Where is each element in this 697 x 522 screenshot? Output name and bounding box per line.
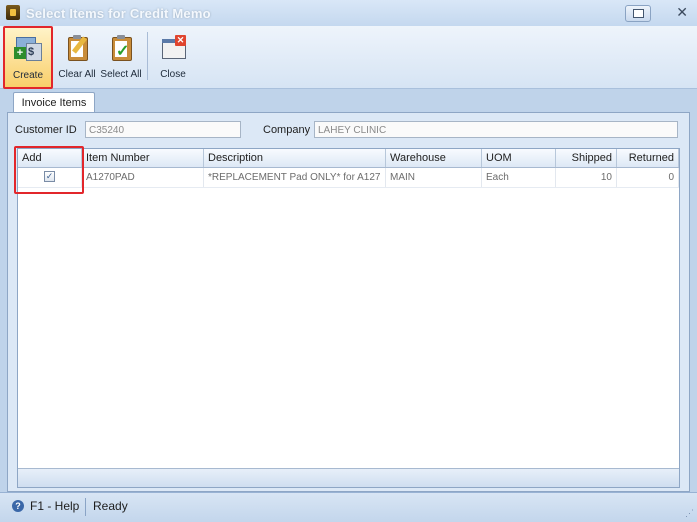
window-title: Select Items for Credit Memo	[26, 6, 211, 21]
tab-invoice-items[interactable]: Invoice Items	[13, 92, 95, 113]
uom-cell: Each	[482, 168, 556, 187]
create-button[interactable]: + $ Create	[3, 26, 53, 89]
company-field[interactable]: LAHEY CLINIC	[314, 121, 678, 138]
column-header-returned[interactable]: Returned	[617, 149, 679, 167]
create-label: Create	[12, 70, 43, 81]
status-bar: ? F1 - Help Ready ⋰	[0, 492, 697, 522]
grid-footer	[18, 468, 679, 487]
table-row[interactable]: ✓ A1270PAD *REPLACEMENT Pad ONLY* for A1…	[18, 168, 679, 188]
select-all-label: Select All	[100, 69, 142, 80]
column-header-description[interactable]: Description	[204, 149, 386, 167]
resize-grip-icon[interactable]: ⋰	[685, 508, 694, 519]
customer-id-field[interactable]: C35240	[85, 121, 241, 138]
invoice-items-grid: Add Item Number Description Warehouse UO…	[17, 148, 680, 488]
column-header-uom[interactable]: UOM	[482, 149, 556, 167]
shipped-cell: 10	[556, 168, 617, 187]
select-all-button[interactable]: ✓ Select All	[99, 28, 143, 86]
create-icon: + $	[14, 33, 42, 61]
returned-cell: 0	[617, 168, 679, 187]
grid-header: Add Item Number Description Warehouse UO…	[18, 149, 679, 168]
clear-all-label: Clear All	[58, 69, 96, 80]
close-icon: ✕	[159, 33, 187, 61]
invoice-items-panel: Customer ID C35240 Company LAHEY CLINIC …	[7, 112, 690, 492]
help-icon[interactable]: ?	[12, 500, 24, 512]
status-help-text[interactable]: F1 - Help	[30, 499, 79, 513]
clear-all-icon	[63, 33, 91, 61]
description-cell: *REPLACEMENT Pad ONLY* for A127	[204, 168, 386, 187]
status-text: Ready	[93, 499, 128, 513]
app-icon	[6, 5, 20, 20]
warehouse-cell: MAIN	[386, 168, 482, 187]
company-label: Company	[263, 124, 311, 136]
restore-button[interactable]	[625, 5, 651, 22]
customer-id-label: Customer ID	[15, 124, 77, 136]
select-all-icon: ✓	[107, 33, 135, 61]
column-header-shipped[interactable]: Shipped	[556, 149, 617, 167]
column-header-item-number[interactable]: Item Number	[82, 149, 204, 167]
item-number-cell: A1270PAD	[82, 168, 204, 187]
column-header-warehouse[interactable]: Warehouse	[386, 149, 482, 167]
window-close-button[interactable]: ✕	[676, 4, 688, 21]
toolbar: + $ Create Clear All ✓ Select All ✕ Close	[0, 26, 697, 89]
clear-all-button[interactable]: Clear All	[56, 28, 98, 86]
close-label: Close	[160, 69, 186, 80]
title-bar: Select Items for Credit Memo ✕	[0, 0, 697, 27]
toolbar-separator	[147, 32, 148, 80]
status-separator	[85, 498, 86, 516]
close-button[interactable]: ✕ Close	[153, 28, 193, 86]
add-column-highlight	[14, 146, 84, 194]
